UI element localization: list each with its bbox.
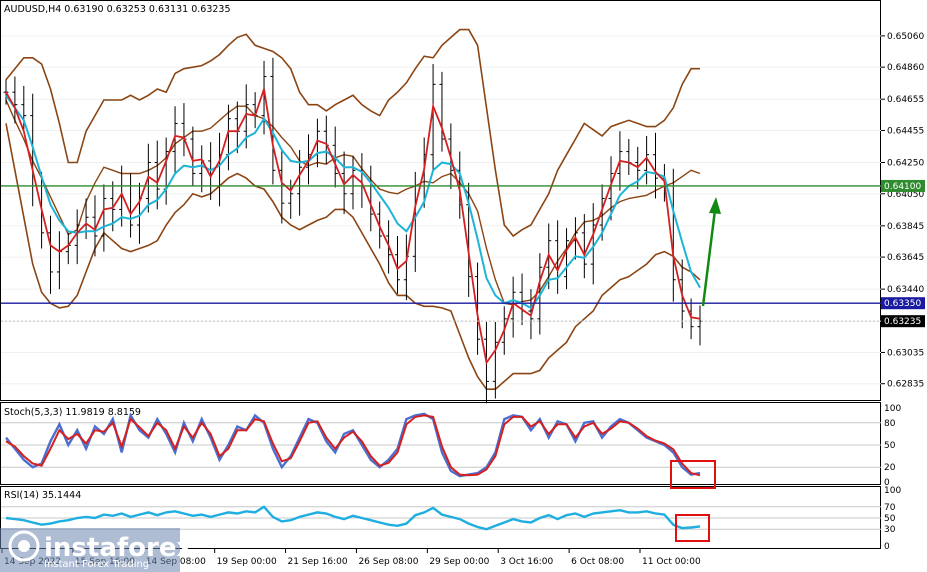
stoch-level-label: 20: [884, 463, 896, 473]
price-tick-label: 0.63645: [887, 253, 924, 263]
price-tick-label: 0.64860: [887, 63, 924, 73]
stoch-level-label: 80: [884, 419, 896, 429]
rsi-level-label: 30: [884, 525, 896, 535]
time-tick-label: 11 Oct 00:00: [642, 557, 701, 567]
time-tick-label: 3 Oct 16:00: [500, 557, 553, 567]
rsi-level-label: 0: [884, 542, 890, 552]
price-chart: AUDUSD,H4 0.63190 0.63253 0.63131 0.6323…: [0, 0, 925, 572]
level-price-label: 0.64100: [884, 182, 921, 192]
price-tick-label: 0.63035: [887, 348, 924, 358]
time-tick-label: 29 Sep 00:00: [429, 557, 489, 567]
price-tick-label: 0.64655: [887, 95, 924, 105]
price-panel: [0, 0, 881, 401]
current-price-label: 0.63235: [884, 317, 921, 327]
price-tick-label: 0.65060: [887, 32, 924, 42]
watermark-tagline: Instant Forex Trading: [44, 559, 149, 570]
time-tick-label: 6 Oct 08:00: [571, 557, 624, 567]
rsi-label: RSI(14) 35.1444: [4, 490, 81, 501]
level-price-label: 0.63350: [884, 299, 921, 309]
price-tick-label: 0.63845: [887, 222, 924, 232]
stoch-level-label: 50: [884, 441, 896, 451]
rsi-level-label: 70: [884, 503, 896, 513]
time-tick-label: 26 Sep 08:00: [358, 557, 418, 567]
time-tick-label: 21 Sep 16:00: [288, 557, 348, 567]
price-tick-label: 0.62835: [887, 380, 924, 390]
stoch-level-label: 100: [884, 404, 901, 414]
stoch-label: Stoch(5,3,3) 11.9819 8.8159: [4, 407, 141, 418]
watermark-logo: instaforex Instant Forex Trading: [0, 528, 194, 572]
time-tick-label: 19 Sep 00:00: [217, 557, 277, 567]
price-tick-label: 0.63440: [887, 285, 924, 295]
price-tick-label: 0.64455: [887, 126, 924, 136]
price-tick-label: 0.64250: [887, 159, 924, 169]
rsi-level-label: 50: [884, 514, 896, 524]
chart-header: AUDUSD,H4 0.63190 0.63253 0.63131 0.6323…: [4, 4, 231, 15]
rsi-level-label: 100: [884, 486, 901, 496]
